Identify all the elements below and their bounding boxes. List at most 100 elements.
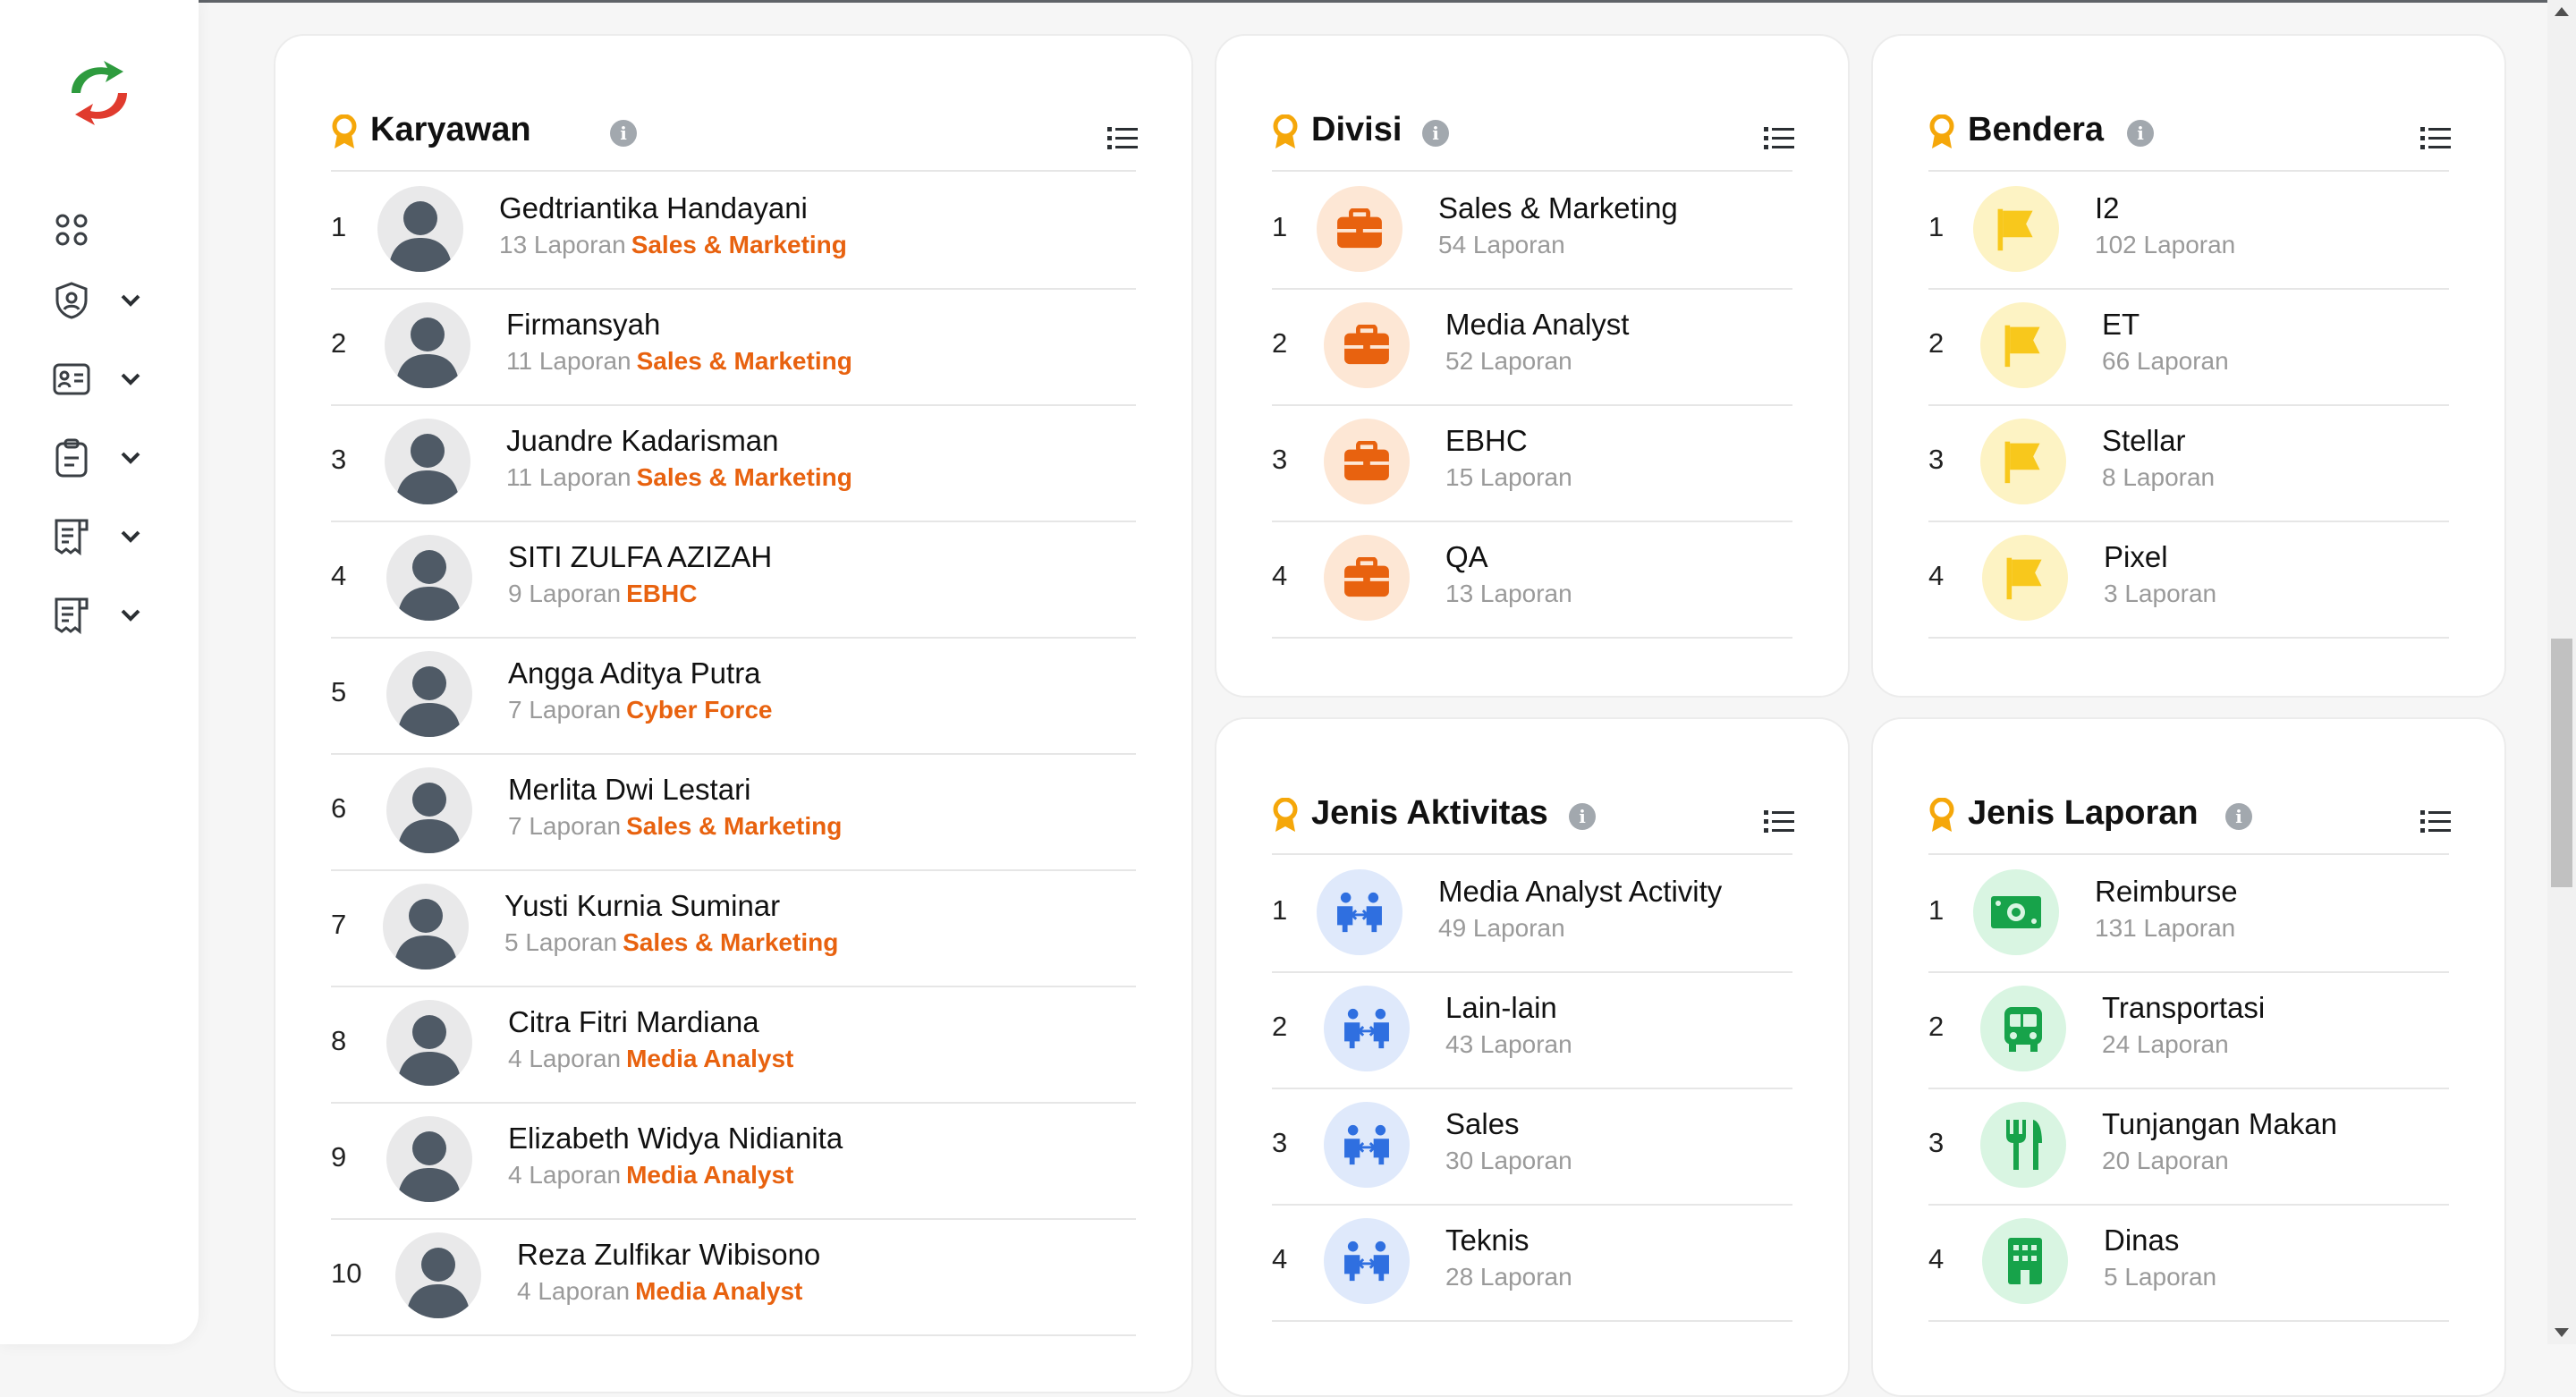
list-item[interactable]: 1 Sales & Marketing 54 Laporan: [1272, 172, 1792, 290]
receipt-icon: [52, 517, 91, 556]
list-item[interactable]: 3 Sales 30 Laporan: [1272, 1088, 1792, 1206]
briefcase-icon: [1324, 535, 1410, 621]
report-count: 13 Laporan: [499, 231, 626, 258]
avatar: [386, 1116, 472, 1202]
rank-number: 4: [331, 560, 347, 591]
info-icon[interactable]: i: [2225, 803, 2252, 830]
chevron-down-icon[interactable]: [116, 444, 145, 472]
list-item[interactable]: 2 Firmansyah 11 Laporan Sales & Marketing: [331, 288, 1136, 406]
report-summary: 5 Laporan Sales & Marketing: [504, 928, 838, 957]
scrollbar-thumb[interactable]: [2551, 639, 2572, 887]
card-header: Divisi i: [1272, 36, 1792, 172]
list-item[interactable]: 9 Elizabeth Widya Nidianita 4 Laporan Med…: [331, 1102, 1136, 1220]
employee-name: Yusti Kurnia Suminar: [504, 889, 781, 922]
report-count: 11 Laporan: [506, 347, 631, 375]
report-summary: 7 Laporan Cyber Force: [508, 696, 773, 724]
id-card-icon: [52, 360, 91, 399]
list-item[interactable]: 3 Stellar 8 Laporan: [1928, 404, 2449, 522]
info-icon[interactable]: i: [2127, 120, 2154, 147]
report-count: 24 Laporan: [2102, 1030, 2229, 1058]
activity-name: Teknis: [1445, 1223, 1530, 1257]
list-item[interactable]: 6 Merlita Dwi Lestari 7 Laporan Sales & M…: [331, 753, 1136, 871]
sidebar-item-reports[interactable]: [52, 514, 159, 559]
card-karyawan: Karyawan i 1 Gedtriantika Handayani 13 L…: [274, 34, 1193, 1393]
scroll-up-icon[interactable]: [2555, 7, 2569, 16]
report-count: 54 Laporan: [1438, 231, 1565, 258]
list-item[interactable]: 2 Lain-lain 43 Laporan: [1272, 971, 1792, 1089]
flag-icon: [1982, 535, 2068, 621]
employee-name: Reza Zulfikar Wibisono: [517, 1238, 821, 1271]
sidebar-item-apps[interactable]: [52, 207, 159, 252]
list-item[interactable]: 4 SITI ZULFA AZIZAH 9 Laporan EBHC: [331, 521, 1136, 639]
card-header: Bendera i: [1928, 36, 2449, 172]
list-item[interactable]: 4 Pixel 3 Laporan: [1928, 521, 2449, 639]
avatar: [386, 767, 472, 853]
avatar: [385, 419, 470, 504]
briefcase-icon: [1324, 419, 1410, 504]
list-item[interactable]: 4 Dinas 5 Laporan: [1928, 1204, 2449, 1322]
list-item[interactable]: 4 Teknis 28 Laporan: [1272, 1204, 1792, 1322]
department-label: Cyber Force: [626, 696, 773, 724]
list-item[interactable]: 2 ET 66 Laporan: [1928, 288, 2449, 406]
employee-name: Gedtriantika Handayani: [499, 191, 808, 224]
list-icon[interactable]: [2420, 809, 2451, 835]
report-count: 49 Laporan: [1438, 914, 1565, 942]
list-icon[interactable]: [1107, 125, 1138, 152]
sidebar-item-reports-2[interactable]: [52, 593, 159, 638]
chevron-down-icon[interactable]: [116, 601, 145, 630]
list-item[interactable]: 1 I2 102 Laporan: [1928, 172, 2449, 290]
rank-number: 7: [331, 909, 347, 940]
list-item[interactable]: 5 Angga Aditya Putra 7 Laporan Cyber Forc…: [331, 637, 1136, 755]
employee-name: SITI ZULFA AZIZAH: [508, 540, 773, 573]
sidebar-item-tasks[interactable]: [52, 436, 159, 480]
list-item[interactable]: 2 Media Analyst 52 Laporan: [1272, 288, 1792, 406]
report-count: 20 Laporan: [2102, 1147, 2229, 1174]
card-title: Bendera: [1968, 111, 2105, 148]
avatar: [395, 1232, 481, 1318]
chevron-down-icon[interactable]: [116, 522, 145, 551]
rank-number: 2: [1928, 327, 1945, 359]
activity-name: Lain-lain: [1445, 991, 1557, 1024]
list-item[interactable]: 2 Transportasi 24 Laporan: [1928, 971, 2449, 1089]
list-item[interactable]: 1 Media Analyst Activity 49 Laporan: [1272, 855, 1792, 973]
report-count: 13 Laporan: [1445, 580, 1572, 607]
list-icon[interactable]: [1764, 125, 1794, 152]
chevron-down-icon[interactable]: [116, 365, 145, 394]
sidebar-item-profile[interactable]: [52, 357, 159, 402]
rank-number: 4: [1272, 560, 1288, 591]
rank-number: 8: [331, 1025, 347, 1056]
list-item[interactable]: 10 Reza Zulfikar Wibisono 4 Laporan Media…: [331, 1218, 1136, 1336]
report-summary: 13 Laporan Sales & Marketing: [499, 231, 847, 259]
rank-number: 1: [1928, 894, 1945, 926]
list-item[interactable]: 4 QA 13 Laporan: [1272, 521, 1792, 639]
report-count: 15 Laporan: [1445, 463, 1572, 491]
list-item[interactable]: 3 Juandre Kadarisman 11 Laporan Sales & M…: [331, 404, 1136, 522]
list-item[interactable]: 3 EBHC 15 Laporan: [1272, 404, 1792, 522]
card-header: Jenis Aktivitas i: [1272, 719, 1792, 855]
info-icon[interactable]: i: [1422, 120, 1449, 147]
division-name: QA: [1445, 540, 1488, 573]
list-icon[interactable]: [1764, 809, 1794, 835]
info-icon[interactable]: i: [610, 120, 637, 147]
sidebar-item-security[interactable]: [52, 278, 159, 323]
division-name: Sales & Marketing: [1438, 191, 1678, 224]
list-icon[interactable]: [2420, 125, 2451, 152]
list-item[interactable]: 1 Reimburse 131 Laporan: [1928, 855, 2449, 973]
info-icon[interactable]: i: [1569, 803, 1596, 830]
rank-number: 4: [1928, 560, 1945, 591]
report-count: 28 Laporan: [1445, 1263, 1572, 1291]
list-item[interactable]: 1 Gedtriantika Handayani 13 Laporan Sales…: [331, 172, 1136, 290]
list-item[interactable]: 3 Tunjangan Makan 20 Laporan: [1928, 1088, 2449, 1206]
award-icon: [1272, 798, 1299, 834]
refresh-logo-icon[interactable]: [59, 57, 140, 129]
list-item[interactable]: 8 Citra Fitri Mardiana 4 Laporan Media An…: [331, 986, 1136, 1104]
report-count: 7 Laporan: [508, 696, 622, 724]
list-item[interactable]: 7 Yusti Kurnia Suminar 5 Laporan Sales & …: [331, 869, 1136, 987]
flag-icon: [1973, 186, 2059, 272]
scroll-down-icon[interactable]: [2555, 1328, 2569, 1337]
rank-number: 9: [331, 1141, 347, 1173]
chevron-down-icon[interactable]: [116, 286, 145, 315]
card-title: Divisi: [1311, 111, 1402, 148]
flag-name: ET: [2102, 308, 2140, 341]
rank-number: 1: [1928, 211, 1945, 242]
